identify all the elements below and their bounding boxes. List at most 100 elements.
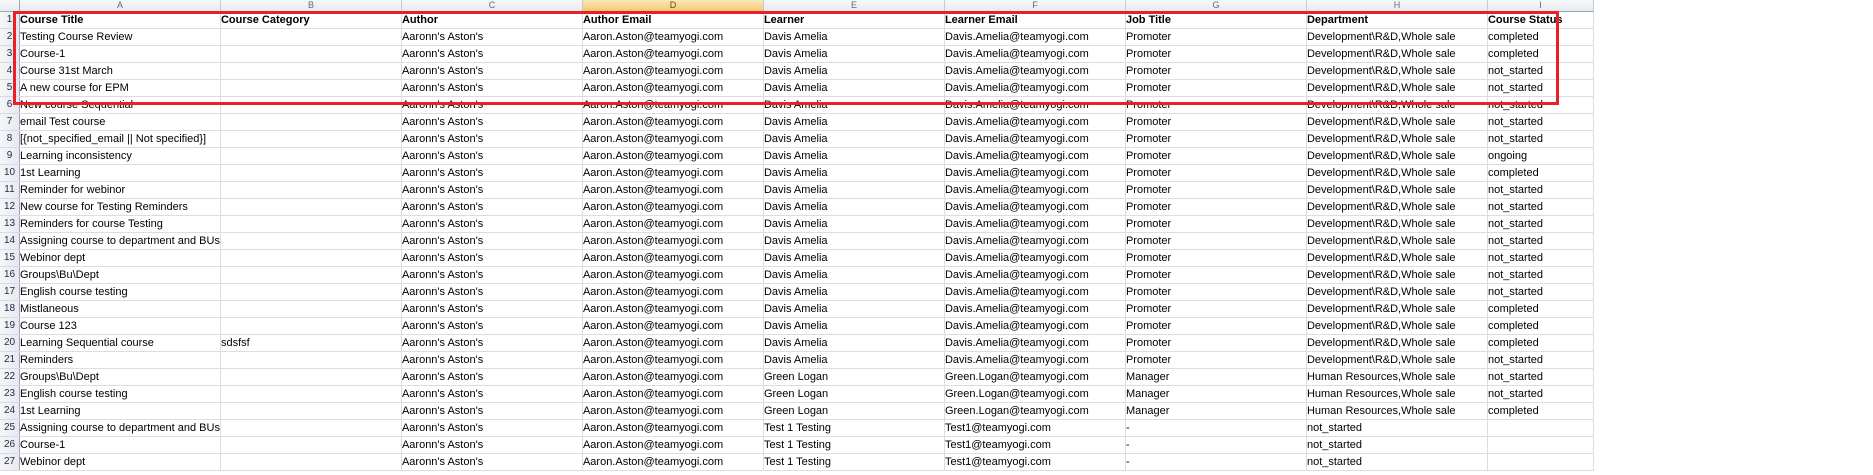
course-status-cell[interactable]: completed xyxy=(1487,164,1594,182)
learner-cell[interactable]: Davis Amelia xyxy=(763,266,945,284)
department-cell[interactable]: Development\R&D,Whole sale xyxy=(1306,283,1488,301)
course-category-cell[interactable] xyxy=(220,215,402,233)
course-title-cell[interactable]: [{not_specified_email || Not specified}] xyxy=(19,130,221,148)
learner-email-cell[interactable]: Davis.Amelia@teamyogi.com xyxy=(944,266,1126,284)
row-number[interactable]: 26 xyxy=(0,436,20,454)
row-number[interactable]: 6 xyxy=(0,96,20,114)
learner-email-cell[interactable]: Green.Logan@teamyogi.com xyxy=(944,385,1126,403)
learner-cell[interactable]: Green Logan xyxy=(763,385,945,403)
header-cell-course-title[interactable]: Course Title xyxy=(19,11,221,29)
department-cell[interactable]: Development\R&D,Whole sale xyxy=(1306,79,1488,97)
learner-email-cell[interactable]: Davis.Amelia@teamyogi.com xyxy=(944,215,1126,233)
course-category-cell[interactable] xyxy=(220,79,402,97)
job-title-cell[interactable]: Promoter xyxy=(1125,62,1307,80)
job-title-cell[interactable]: Promoter xyxy=(1125,300,1307,318)
header-cell-course-category[interactable]: Course Category xyxy=(220,11,402,29)
course-title-cell[interactable]: Learning Sequential course xyxy=(19,334,221,352)
row-number[interactable]: 21 xyxy=(0,351,20,369)
author-cell[interactable]: Aaronn's Aston's xyxy=(401,79,583,97)
learner-email-cell[interactable]: Davis.Amelia@teamyogi.com xyxy=(944,198,1126,216)
job-title-cell[interactable]: - xyxy=(1125,419,1307,437)
job-title-cell[interactable]: Promoter xyxy=(1125,147,1307,165)
department-cell[interactable]: Development\R&D,Whole sale xyxy=(1306,62,1488,80)
author-email-cell[interactable]: Aaron.Aston@teamyogi.com xyxy=(582,181,764,199)
row-number[interactable]: 25 xyxy=(0,419,20,437)
course-category-cell[interactable] xyxy=(220,45,402,63)
course-category-cell[interactable] xyxy=(220,351,402,369)
course-status-cell[interactable]: completed xyxy=(1487,28,1594,46)
course-title-cell[interactable]: Webinor dept xyxy=(19,453,221,471)
learner-email-cell[interactable]: Davis.Amelia@teamyogi.com xyxy=(944,164,1126,182)
author-cell[interactable]: Aaronn's Aston's xyxy=(401,62,583,80)
job-title-cell[interactable]: Promoter xyxy=(1125,334,1307,352)
row-number[interactable]: 20 xyxy=(0,334,20,352)
author-cell[interactable]: Aaronn's Aston's xyxy=(401,368,583,386)
learner-cell[interactable]: Davis Amelia xyxy=(763,130,945,148)
learner-cell[interactable]: Davis Amelia xyxy=(763,28,945,46)
learner-cell[interactable]: Test 1 Testing xyxy=(763,453,945,471)
department-cell[interactable]: Development\R&D,Whole sale xyxy=(1306,249,1488,267)
learner-email-cell[interactable]: Davis.Amelia@teamyogi.com xyxy=(944,351,1126,369)
course-status-cell[interactable] xyxy=(1487,436,1594,454)
header-cell-course-status[interactable]: Course Status xyxy=(1487,11,1594,29)
author-email-cell[interactable]: Aaron.Aston@teamyogi.com xyxy=(582,317,764,335)
header-cell-job-title[interactable]: Job Title xyxy=(1125,11,1307,29)
author-email-cell[interactable]: Aaron.Aston@teamyogi.com xyxy=(582,266,764,284)
course-category-cell[interactable] xyxy=(220,181,402,199)
course-title-cell[interactable]: A new course for EPM xyxy=(19,79,221,97)
learner-email-cell[interactable]: Davis.Amelia@teamyogi.com xyxy=(944,181,1126,199)
learner-cell[interactable]: Davis Amelia xyxy=(763,164,945,182)
learner-cell[interactable]: Davis Amelia xyxy=(763,113,945,131)
department-cell[interactable]: Development\R&D,Whole sale xyxy=(1306,130,1488,148)
course-title-cell[interactable]: Mistlaneous xyxy=(19,300,221,318)
learner-email-cell[interactable]: Davis.Amelia@teamyogi.com xyxy=(944,113,1126,131)
learner-cell[interactable]: Davis Amelia xyxy=(763,300,945,318)
learner-email-cell[interactable]: Davis.Amelia@teamyogi.com xyxy=(944,28,1126,46)
learner-email-cell[interactable]: Davis.Amelia@teamyogi.com xyxy=(944,317,1126,335)
row-number[interactable]: 3 xyxy=(0,45,20,63)
author-cell[interactable]: Aaronn's Aston's xyxy=(401,198,583,216)
course-title-cell[interactable]: New course Sequential xyxy=(19,96,221,114)
course-status-cell[interactable]: ongoing xyxy=(1487,147,1594,165)
author-cell[interactable]: Aaronn's Aston's xyxy=(401,453,583,471)
course-category-cell[interactable] xyxy=(220,402,402,420)
department-cell[interactable]: Development\R&D,Whole sale xyxy=(1306,266,1488,284)
course-status-cell[interactable]: not_started xyxy=(1487,266,1594,284)
row-number[interactable]: 1 xyxy=(0,11,20,29)
author-email-cell[interactable]: Aaron.Aston@teamyogi.com xyxy=(582,402,764,420)
row-number[interactable]: 10 xyxy=(0,164,20,182)
author-cell[interactable]: Aaronn's Aston's xyxy=(401,351,583,369)
author-email-cell[interactable]: Aaron.Aston@teamyogi.com xyxy=(582,334,764,352)
author-email-cell[interactable]: Aaron.Aston@teamyogi.com xyxy=(582,351,764,369)
job-title-cell[interactable]: Promoter xyxy=(1125,28,1307,46)
department-cell[interactable]: Development\R&D,Whole sale xyxy=(1306,198,1488,216)
learner-cell[interactable]: Davis Amelia xyxy=(763,147,945,165)
course-title-cell[interactable]: Testing Course Review xyxy=(19,28,221,46)
author-cell[interactable]: Aaronn's Aston's xyxy=(401,334,583,352)
learner-cell[interactable]: Davis Amelia xyxy=(763,232,945,250)
author-cell[interactable]: Aaronn's Aston's xyxy=(401,96,583,114)
course-status-cell[interactable]: completed xyxy=(1487,317,1594,335)
row-number[interactable]: 22 xyxy=(0,368,20,386)
learner-cell[interactable]: Green Logan xyxy=(763,368,945,386)
author-cell[interactable]: Aaronn's Aston's xyxy=(401,130,583,148)
course-title-cell[interactable]: Reminder for webinor xyxy=(19,181,221,199)
department-cell[interactable]: not_started xyxy=(1306,419,1488,437)
course-status-cell[interactable] xyxy=(1487,453,1594,471)
author-cell[interactable]: Aaronn's Aston's xyxy=(401,113,583,131)
learner-email-cell[interactable]: Davis.Amelia@teamyogi.com xyxy=(944,96,1126,114)
course-status-cell[interactable]: completed xyxy=(1487,300,1594,318)
author-email-cell[interactable]: Aaron.Aston@teamyogi.com xyxy=(582,283,764,301)
course-title-cell[interactable]: 1st Learning xyxy=(19,402,221,420)
row-number[interactable]: 2 xyxy=(0,28,20,46)
course-title-cell[interactable]: Groups\Bu\Dept xyxy=(19,266,221,284)
row-number[interactable]: 7 xyxy=(0,113,20,131)
course-category-cell[interactable] xyxy=(220,62,402,80)
row-number[interactable]: 8 xyxy=(0,130,20,148)
job-title-cell[interactable]: Promoter xyxy=(1125,45,1307,63)
job-title-cell[interactable]: Promoter xyxy=(1125,96,1307,114)
author-email-cell[interactable]: Aaron.Aston@teamyogi.com xyxy=(582,96,764,114)
select-all-corner[interactable] xyxy=(0,0,20,12)
department-cell[interactable]: Development\R&D,Whole sale xyxy=(1306,215,1488,233)
course-category-cell[interactable] xyxy=(220,266,402,284)
